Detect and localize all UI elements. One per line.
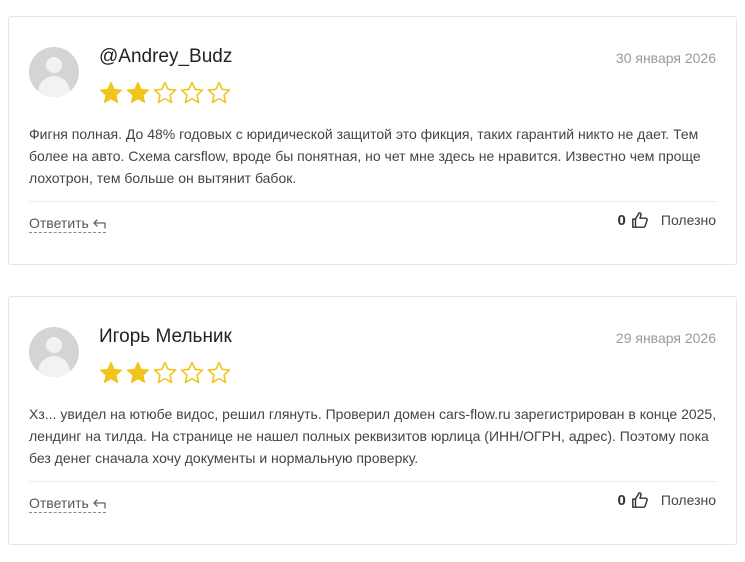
reply-label: Ответить	[29, 215, 89, 231]
avatar-head-shape	[46, 57, 62, 73]
star-filled-icon	[99, 81, 123, 104]
star-filled-icon	[126, 81, 150, 104]
star-empty-icon	[153, 361, 177, 384]
avatar-head-shape	[46, 337, 62, 353]
review-author: @Andrey_Budz	[99, 46, 233, 67]
reply-label: Ответить	[29, 495, 89, 511]
star-empty-icon	[207, 361, 231, 384]
star-filled-icon	[126, 361, 150, 384]
avatar	[29, 47, 79, 97]
avatar-body-shape	[38, 76, 70, 97]
reply-button[interactable]: Ответить	[29, 495, 106, 513]
star-filled-icon	[99, 361, 123, 384]
star-empty-icon	[153, 81, 177, 104]
helpful-label: Полезно	[660, 492, 716, 508]
divider	[29, 481, 716, 482]
avatar-body-shape	[38, 356, 70, 377]
review-card: Игорь Мельник 29 января 2026 Хз... увиде…	[8, 296, 737, 545]
thumbs-up-icon[interactable]	[631, 211, 649, 229]
star-empty-icon	[207, 81, 231, 104]
review-card: @Andrey_Budz 30 января 2026 Фигня полная…	[8, 16, 737, 265]
star-rating	[98, 80, 232, 106]
star-empty-icon	[180, 81, 204, 104]
review-date: 30 января 2026	[615, 50, 716, 66]
helpful-section: 0 Полезно	[618, 491, 716, 509]
helpful-count: 0	[617, 491, 626, 509]
star-rating	[98, 360, 232, 386]
helpful-label: Полезно	[660, 212, 716, 228]
review-date: 29 января 2026	[615, 330, 716, 346]
review-text: Хз... увидел на ютюбе видос, решил гляну…	[29, 406, 717, 466]
star-empty-icon	[180, 361, 204, 384]
review-author: Игорь Мельник	[99, 326, 232, 347]
thumbs-up-icon[interactable]	[631, 491, 649, 509]
helpful-section: 0 Полезно	[618, 211, 716, 229]
reply-arrow-icon	[93, 499, 106, 509]
helpful-count: 0	[617, 211, 626, 229]
reply-button[interactable]: Ответить	[29, 215, 106, 233]
divider	[29, 201, 716, 202]
reply-arrow-icon	[93, 219, 106, 229]
avatar	[29, 327, 79, 377]
review-text: Фигня полная. До 48% годовых с юридическ…	[29, 126, 701, 186]
